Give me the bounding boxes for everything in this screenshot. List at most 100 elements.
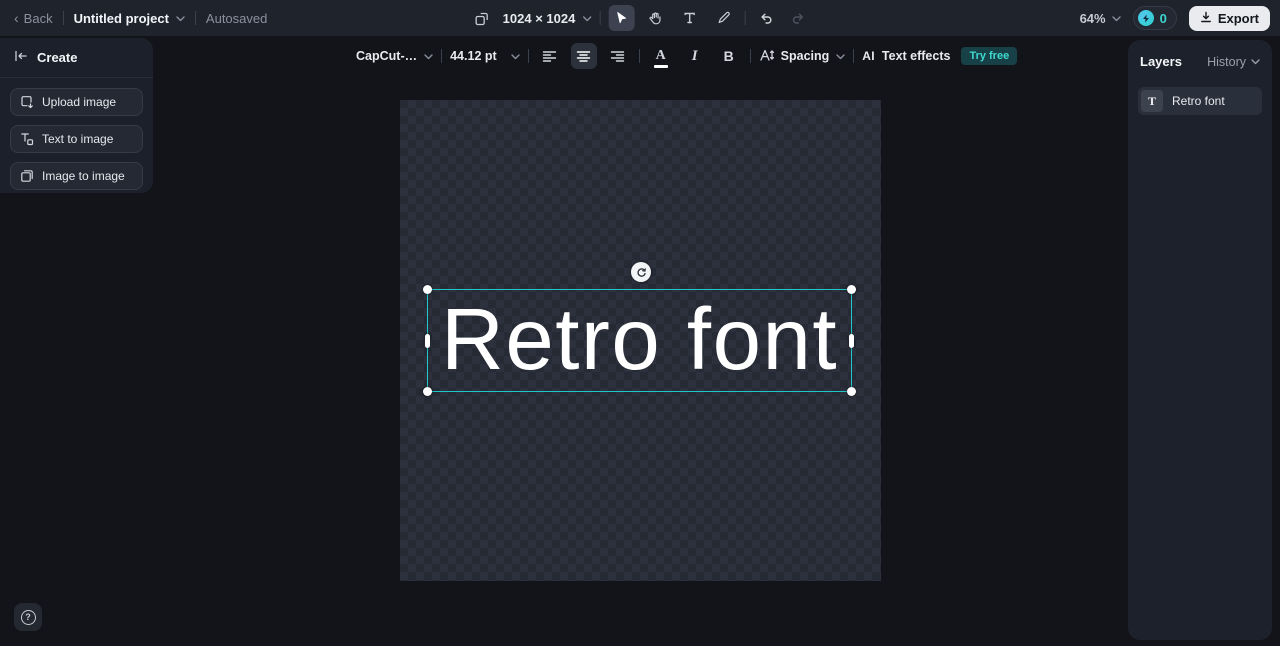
top-bar-right: 64% 0 Export: [1080, 0, 1270, 36]
history-label: History: [1207, 54, 1246, 69]
divider: [599, 11, 601, 25]
text-to-image-label: Text to image: [42, 132, 114, 146]
spacing-label: Spacing: [780, 49, 830, 63]
undo-icon[interactable]: [753, 5, 779, 31]
pen-tool-button[interactable]: [710, 5, 736, 31]
canvas-size-control[interactable]: 1024 × 1024: [503, 11, 592, 26]
help-icon: ?: [20, 609, 36, 625]
selection-handle-bottom-right[interactable]: [847, 387, 856, 396]
resize-canvas-icon[interactable]: [469, 5, 495, 31]
layers-tab[interactable]: Layers: [1140, 54, 1182, 69]
export-button[interactable]: Export: [1188, 5, 1270, 31]
selection-handle-right[interactable]: [849, 333, 854, 348]
layers-panel-header: Layers History: [1128, 40, 1272, 79]
text-toolbar: CapCut-… 44.12 pt A I B Spacing AI Text …: [356, 42, 1018, 70]
project-name-menu[interactable]: Untitled project: [74, 11, 185, 26]
project-title: Untitled project: [73, 10, 169, 26]
text-effects-button[interactable]: AI Text effects Try free: [862, 47, 1018, 65]
selection-handle-bottom-left[interactable]: [423, 387, 432, 396]
back-button[interactable]: ‹ Back: [14, 11, 53, 26]
divider: [62, 11, 64, 25]
divider: [194, 11, 196, 25]
text-tool-button[interactable]: [676, 5, 702, 31]
font-family-dropdown[interactable]: CapCut-…: [356, 49, 433, 63]
divider: [638, 49, 640, 63]
app-root: ‹ Back Untitled project Autosaved 1024 ×…: [0, 0, 1280, 646]
layer-name: Retro font: [1172, 94, 1225, 108]
text-color-icon: A: [653, 48, 668, 68]
back-label: Back: [23, 10, 53, 26]
create-panel-title: Create: [37, 50, 78, 65]
image-to-image-icon: [20, 169, 34, 183]
credits-count: 0: [1159, 10, 1167, 26]
divider: [853, 49, 855, 63]
chevron-down-icon: [1111, 14, 1121, 23]
create-panel: Create Upload image Text to image Image …: [0, 38, 153, 193]
upload-image-button[interactable]: Upload image: [10, 88, 143, 116]
text-selection-box[interactable]: Retro font: [423, 285, 856, 396]
text-layer-icon: T: [1141, 90, 1163, 112]
collapse-panel-icon[interactable]: [14, 50, 28, 65]
hand-tool-button[interactable]: [642, 5, 668, 31]
canvas[interactable]: Retro font: [400, 100, 881, 581]
rotate-handle[interactable]: [631, 262, 651, 282]
help-glyph: ?: [25, 612, 31, 622]
chevron-down-icon: [176, 14, 185, 23]
undo-redo-group: [753, 5, 811, 31]
redo-icon[interactable]: [785, 5, 811, 31]
selection-handle-top-left[interactable]: [423, 285, 432, 294]
chevron-down-icon: [424, 52, 433, 61]
divider: [441, 49, 443, 63]
history-dropdown[interactable]: History: [1207, 55, 1260, 69]
create-panel-body: Upload image Text to image Image to imag…: [0, 78, 153, 200]
export-label: Export: [1217, 10, 1259, 26]
chevron-left-icon: ‹: [14, 10, 19, 26]
divider: [749, 49, 751, 63]
upload-image-label: Upload image: [42, 95, 117, 109]
canvas-text-layer[interactable]: Retro font: [428, 295, 851, 382]
font-family-value: CapCut-…: [356, 49, 418, 63]
help-button[interactable]: ?: [14, 603, 42, 631]
chevron-down-icon: [510, 52, 520, 61]
chevron-down-icon: [1251, 57, 1260, 66]
create-panel-header: Create: [0, 38, 153, 78]
layers-panel: Layers History T Retro font: [1128, 40, 1272, 640]
upload-image-icon: [20, 95, 34, 109]
autosave-status: Autosaved: [205, 10, 268, 26]
spacing-dropdown[interactable]: Spacing: [759, 48, 846, 65]
align-left-button[interactable]: [537, 43, 563, 69]
spacing-icon: [759, 48, 774, 65]
try-free-badge: Try free: [961, 47, 1018, 65]
bold-button[interactable]: B: [716, 43, 742, 69]
credits-badge[interactable]: 0: [1132, 6, 1177, 30]
text-to-image-button[interactable]: Text to image: [10, 125, 143, 153]
align-right-button[interactable]: [605, 43, 631, 69]
layer-row-retro-font[interactable]: T Retro font: [1138, 87, 1262, 115]
divider: [744, 11, 746, 25]
ai-icon: AI: [862, 49, 875, 63]
font-size-dropdown[interactable]: 44.12 pt: [450, 49, 520, 63]
top-bar-center: 1024 × 1024: [469, 0, 812, 36]
top-bar: ‹ Back Untitled project Autosaved 1024 ×…: [0, 0, 1280, 36]
bold-icon: B: [723, 48, 734, 64]
image-to-image-button[interactable]: Image to image: [10, 162, 143, 190]
font-size-value: 44.12 pt: [450, 49, 497, 63]
italic-button[interactable]: I: [682, 43, 708, 69]
credit-coin-icon: [1137, 10, 1154, 26]
download-icon: [1200, 11, 1212, 26]
chevron-down-icon: [582, 14, 592, 23]
zoom-level-control[interactable]: 64%: [1080, 11, 1121, 26]
canvas-size-value: 1024 × 1024: [502, 10, 576, 26]
text-color-button[interactable]: A: [648, 43, 674, 69]
chevron-down-icon: [836, 52, 845, 61]
selection-handle-top-right[interactable]: [847, 285, 856, 294]
zoom-level-value: 64%: [1079, 10, 1106, 26]
text-effects-label: Text effects: [881, 49, 951, 63]
image-to-image-label: Image to image: [42, 169, 125, 183]
select-tool-button[interactable]: [608, 5, 635, 31]
selection-handle-left[interactable]: [425, 333, 430, 348]
divider: [527, 49, 529, 63]
text-to-image-icon: [20, 132, 34, 146]
align-center-button[interactable]: [570, 43, 597, 69]
top-bar-left: ‹ Back Untitled project Autosaved: [14, 0, 267, 36]
